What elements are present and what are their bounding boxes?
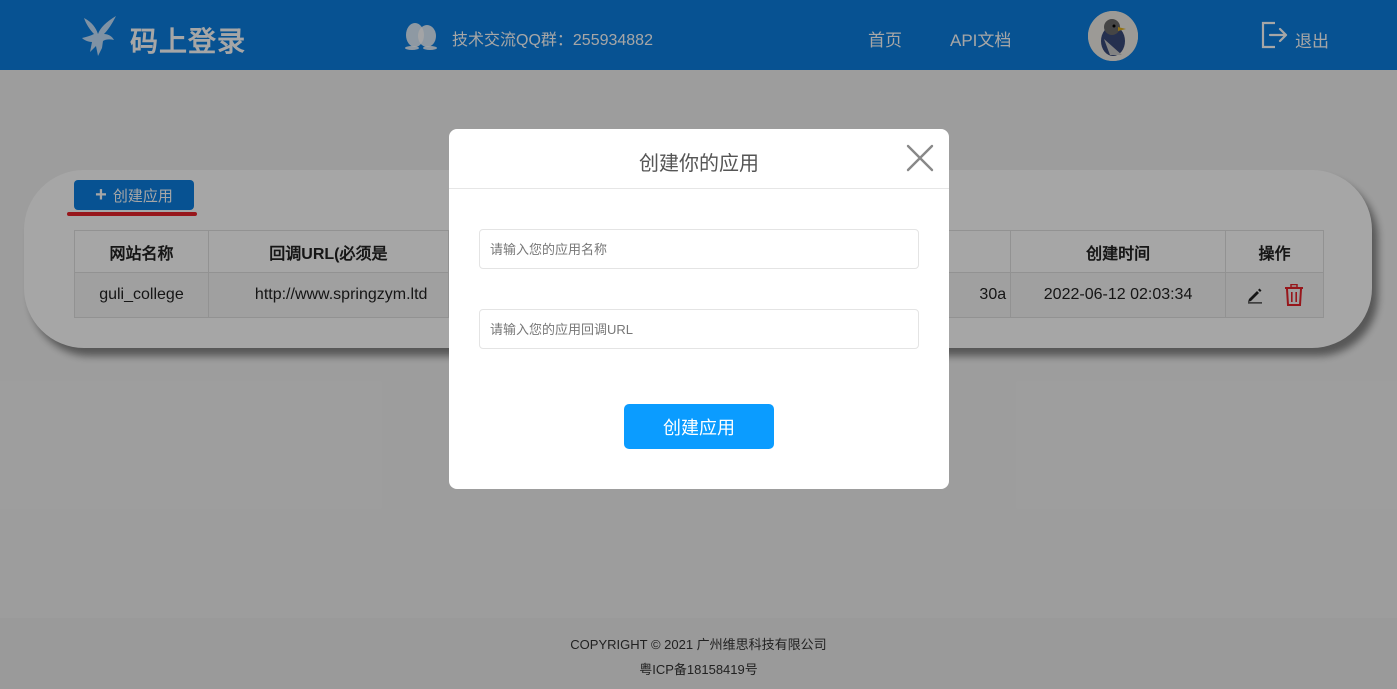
submit-create-app-button[interactable]: 创建应用: [624, 404, 774, 449]
create-app-modal: 创建你的应用 创建应用: [449, 129, 949, 489]
modal-header: 创建你的应用: [449, 129, 949, 189]
app-name-input[interactable]: [479, 229, 919, 269]
close-icon[interactable]: [905, 143, 935, 173]
app-callback-url-input[interactable]: [479, 309, 919, 349]
modal-title: 创建你的应用: [639, 153, 759, 175]
